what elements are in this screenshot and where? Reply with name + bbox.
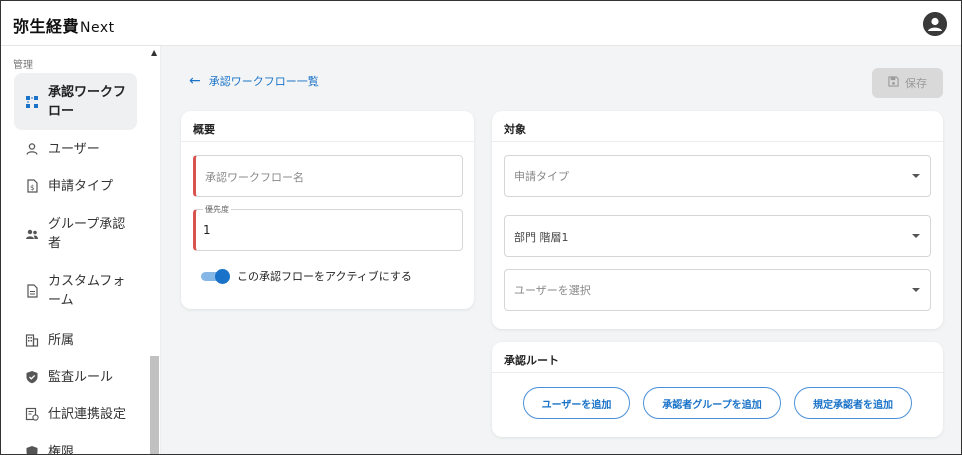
sidebar: 管理 ▲ 承認ワークフ ロー ユーザー $ 申請タイプ グループ承認者 カスタム…: [1, 46, 161, 455]
overview-card: 概要 承認ワークフロー名 優先度 1 この承認フローをアクティブにする: [181, 111, 474, 309]
sidebar-item-request-type[interactable]: $ 申請タイプ: [14, 176, 137, 196]
permission-icon: [24, 444, 40, 454]
target-card: 対象 申請タイプ 部門 階層1 ユーザーを選択: [492, 111, 943, 329]
scroll-up-arrow-icon[interactable]: ▲: [151, 48, 157, 57]
workflow-name-placeholder: 承認ワークフロー名: [205, 171, 304, 184]
department-select[interactable]: 部門 階層1: [504, 215, 931, 257]
building-icon: [24, 332, 40, 348]
sidebar-item-label: 仕訳連携設定: [48, 406, 127, 422]
sidebar-item-label: ロー: [48, 103, 75, 119]
dropdown-caret-icon: [912, 174, 920, 178]
sidebar-item-label: ーム: [48, 293, 74, 308]
main-content: ← 承認ワークフロー一覧 保存 概要 承認ワークフロー名 優先度 1 この承認フ…: [161, 46, 961, 454]
brand-logo[interactable]: 弥生経費Next: [13, 13, 115, 37]
brand-suffix: Next: [80, 20, 115, 36]
approval-route-title: 承認ルート: [504, 354, 559, 367]
target-title: 対象: [504, 123, 526, 136]
active-toggle-switch[interactable]: [201, 269, 230, 284]
priority-label: 優先度: [203, 204, 231, 215]
priority-input[interactable]: 優先度 1: [193, 204, 463, 251]
back-to-workflow-list-link[interactable]: ← 承認ワークフロー一覧: [189, 73, 319, 89]
sidebar-item-label: グループ承認: [48, 217, 126, 232]
save-button-label: 保存: [905, 77, 927, 90]
card-divider: [181, 141, 474, 142]
workflow-name-input[interactable]: 承認ワークフロー名: [193, 155, 463, 197]
add-approver-group-button[interactable]: 承認者グループを追加: [643, 387, 781, 419]
user-select-placeholder: ユーザーを選択: [514, 284, 591, 297]
group-icon: [24, 226, 40, 242]
form-icon: [24, 283, 40, 299]
app-window: 弥生経費Next 管理 ▲ 承認ワークフ ロー ユーザー $ 申請タイプ グルー…: [0, 0, 962, 455]
brand-name: 弥生経費: [13, 17, 80, 36]
add-user-button[interactable]: ユーザーを追加: [523, 387, 630, 419]
sidebar-item-label: カスタムフォ: [48, 274, 126, 289]
priority-value: 1: [203, 223, 211, 237]
active-toggle-label: この承認フローをアクティブにする: [237, 270, 412, 283]
dropdown-caret-icon: [912, 288, 920, 292]
sidebar-item-users[interactable]: ユーザー: [14, 139, 137, 159]
request-type-icon: $: [24, 178, 40, 194]
journal-link-icon: [24, 406, 40, 422]
svg-text:$: $: [30, 184, 34, 192]
sidebar-item-label: ユーザー: [48, 141, 100, 157]
overview-title: 概要: [193, 123, 215, 136]
sidebar-item-audit-rule[interactable]: 監査ルール: [14, 367, 137, 387]
sidebar-scrollbar[interactable]: [150, 356, 159, 454]
sidebar-item-label: 監査ルール: [48, 369, 114, 385]
card-divider: [492, 141, 943, 142]
sidebar-section-label: 管理: [13, 60, 33, 71]
save-button[interactable]: 保存: [872, 68, 943, 98]
sidebar-item-label: 者: [48, 236, 62, 251]
add-fixed-approver-button[interactable]: 規定承認者を追加: [794, 387, 912, 419]
request-type-placeholder: 申請タイプ: [514, 170, 569, 183]
sidebar-item-group-approver[interactable]: グループ承認者: [14, 214, 137, 254]
sidebar-item-affiliation[interactable]: 所属: [14, 330, 137, 350]
back-link-label: 承認ワークフロー一覧: [208, 75, 319, 88]
user-select[interactable]: ユーザーを選択: [504, 269, 931, 311]
sidebar-item-label: 申請タイプ: [48, 178, 114, 194]
top-bar: 弥生経費Next: [1, 1, 961, 46]
department-value: 部門 階層1: [514, 231, 569, 244]
sidebar-item-custom-form[interactable]: カスタムフォ ーム: [14, 271, 137, 311]
sidebar-item-journal-link[interactable]: 仕訳連携設定: [14, 404, 137, 424]
sidebar-item-permission[interactable]: 権限: [14, 442, 137, 455]
sidebar-item-approval-workflow[interactable]: 承認ワークフ ロー: [14, 73, 137, 130]
user-avatar-icon[interactable]: [923, 12, 947, 36]
request-type-select[interactable]: 申請タイプ: [504, 155, 931, 197]
user-icon: [24, 141, 40, 157]
sidebar-item-label: 所属: [48, 332, 75, 348]
arrow-left-icon: ←: [189, 73, 201, 89]
dropdown-caret-icon: [912, 234, 920, 238]
active-toggle-row: この承認フローをアクティブにする: [201, 268, 412, 284]
card-divider: [492, 372, 943, 373]
sidebar-item-label: 承認ワークフ: [48, 84, 127, 100]
approval-route-card: 承認ルート ユーザーを追加 承認者グループを追加 規定承認者を追加: [492, 342, 943, 437]
save-disk-icon: [888, 76, 899, 90]
shield-icon: [24, 369, 40, 385]
workflow-icon: [24, 94, 40, 110]
sidebar-item-label: 権限: [48, 444, 75, 455]
